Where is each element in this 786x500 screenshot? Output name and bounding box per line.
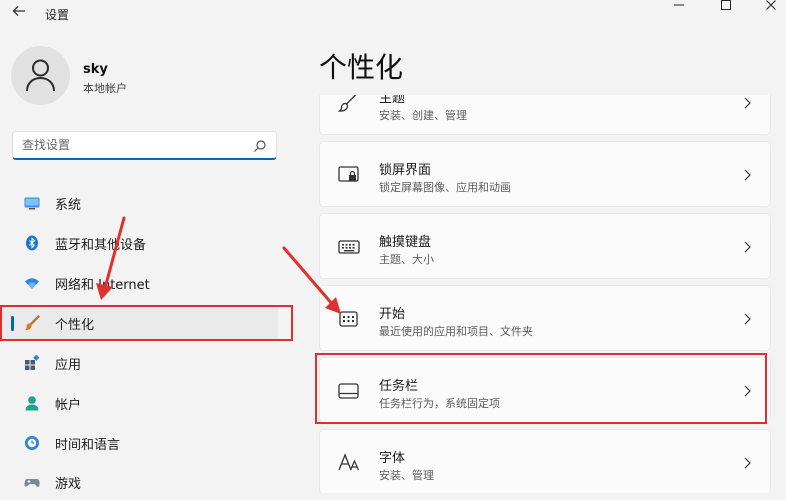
annotation-arrow-to-start: [282, 246, 341, 314]
annotation-arrows: [96, 216, 341, 314]
annotation-arrow-to-personalization: [96, 216, 126, 300]
